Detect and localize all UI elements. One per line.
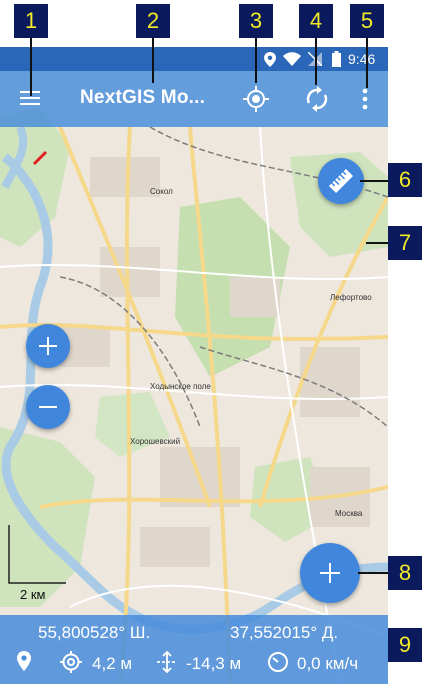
more-vert-icon bbox=[362, 88, 368, 110]
add-button[interactable] bbox=[300, 543, 360, 603]
map-label: Сокол bbox=[150, 187, 173, 196]
callout-leader bbox=[30, 38, 32, 96]
callout-badge: 4 bbox=[299, 4, 333, 38]
plus-icon bbox=[39, 337, 57, 355]
scale-line-icon bbox=[8, 525, 66, 584]
zoom-out-button[interactable] bbox=[26, 385, 70, 429]
callout-badge: 1 bbox=[14, 4, 48, 38]
location-pin-icon bbox=[17, 651, 31, 671]
callout-leader bbox=[366, 38, 368, 88]
location-info-panel: 55,800528° Ш. 37,552015° Д. 4,2 м -14,3 … bbox=[0, 615, 388, 684]
map-label: Лефортово bbox=[330, 293, 372, 302]
plus-icon bbox=[320, 563, 340, 583]
callout-badge: 7 bbox=[388, 226, 422, 260]
altitude-icon bbox=[157, 651, 177, 673]
callout-leader bbox=[358, 572, 388, 574]
callout-badge: 3 bbox=[239, 4, 273, 38]
speedometer-icon bbox=[268, 652, 288, 672]
callout-badge: 5 bbox=[350, 4, 384, 38]
zoom-in-button[interactable] bbox=[26, 324, 70, 368]
app-bar: NextGIS Mo... bbox=[0, 71, 388, 127]
app-title[interactable]: NextGIS Mo... bbox=[80, 87, 205, 109]
callout-badge: 6 bbox=[388, 163, 422, 197]
callout-badge: 8 bbox=[388, 556, 422, 590]
phone-screen: Москва Лефортово Сокол Ходынское поле Хо… bbox=[0, 47, 388, 684]
locate-button[interactable] bbox=[242, 85, 270, 113]
scale-label: 2 км bbox=[20, 587, 46, 602]
callout-leader bbox=[366, 242, 388, 244]
minus-icon bbox=[39, 406, 57, 408]
status-time: 9:46 bbox=[348, 51, 376, 67]
callout-leader bbox=[152, 38, 154, 83]
sync-button[interactable] bbox=[304, 85, 330, 113]
gps-accuracy-icon bbox=[60, 651, 82, 673]
callout-badge: 2 bbox=[136, 4, 170, 38]
altitude-value: -14,3 м bbox=[186, 654, 242, 673]
longitude-value: 37,552015° Д. bbox=[230, 623, 339, 642]
map-label: Москва bbox=[335, 509, 363, 518]
crosshair-icon bbox=[243, 86, 269, 112]
wifi-icon bbox=[283, 52, 301, 66]
callout-leader bbox=[255, 38, 257, 83]
map-label: Хорошевский bbox=[130, 437, 181, 446]
status-bar: 9:46 bbox=[0, 47, 388, 71]
accuracy-value: 4,2 м bbox=[92, 654, 133, 673]
scale-bar: 2 км bbox=[8, 525, 70, 602]
sync-icon bbox=[306, 86, 328, 112]
callout-leader bbox=[315, 38, 317, 85]
overflow-menu-button[interactable] bbox=[360, 87, 370, 111]
measure-button[interactable] bbox=[318, 158, 364, 204]
speed-value: 0,0 км/ч bbox=[297, 654, 359, 673]
callout-badge: 9 bbox=[388, 628, 422, 662]
latitude-value: 55,800528° Ш. bbox=[38, 623, 151, 642]
location-status-icon bbox=[264, 52, 276, 67]
map-label: Ходынское поле bbox=[150, 382, 211, 391]
battery-icon bbox=[332, 51, 341, 67]
ruler-icon bbox=[328, 168, 354, 194]
callout-leader bbox=[360, 180, 388, 182]
